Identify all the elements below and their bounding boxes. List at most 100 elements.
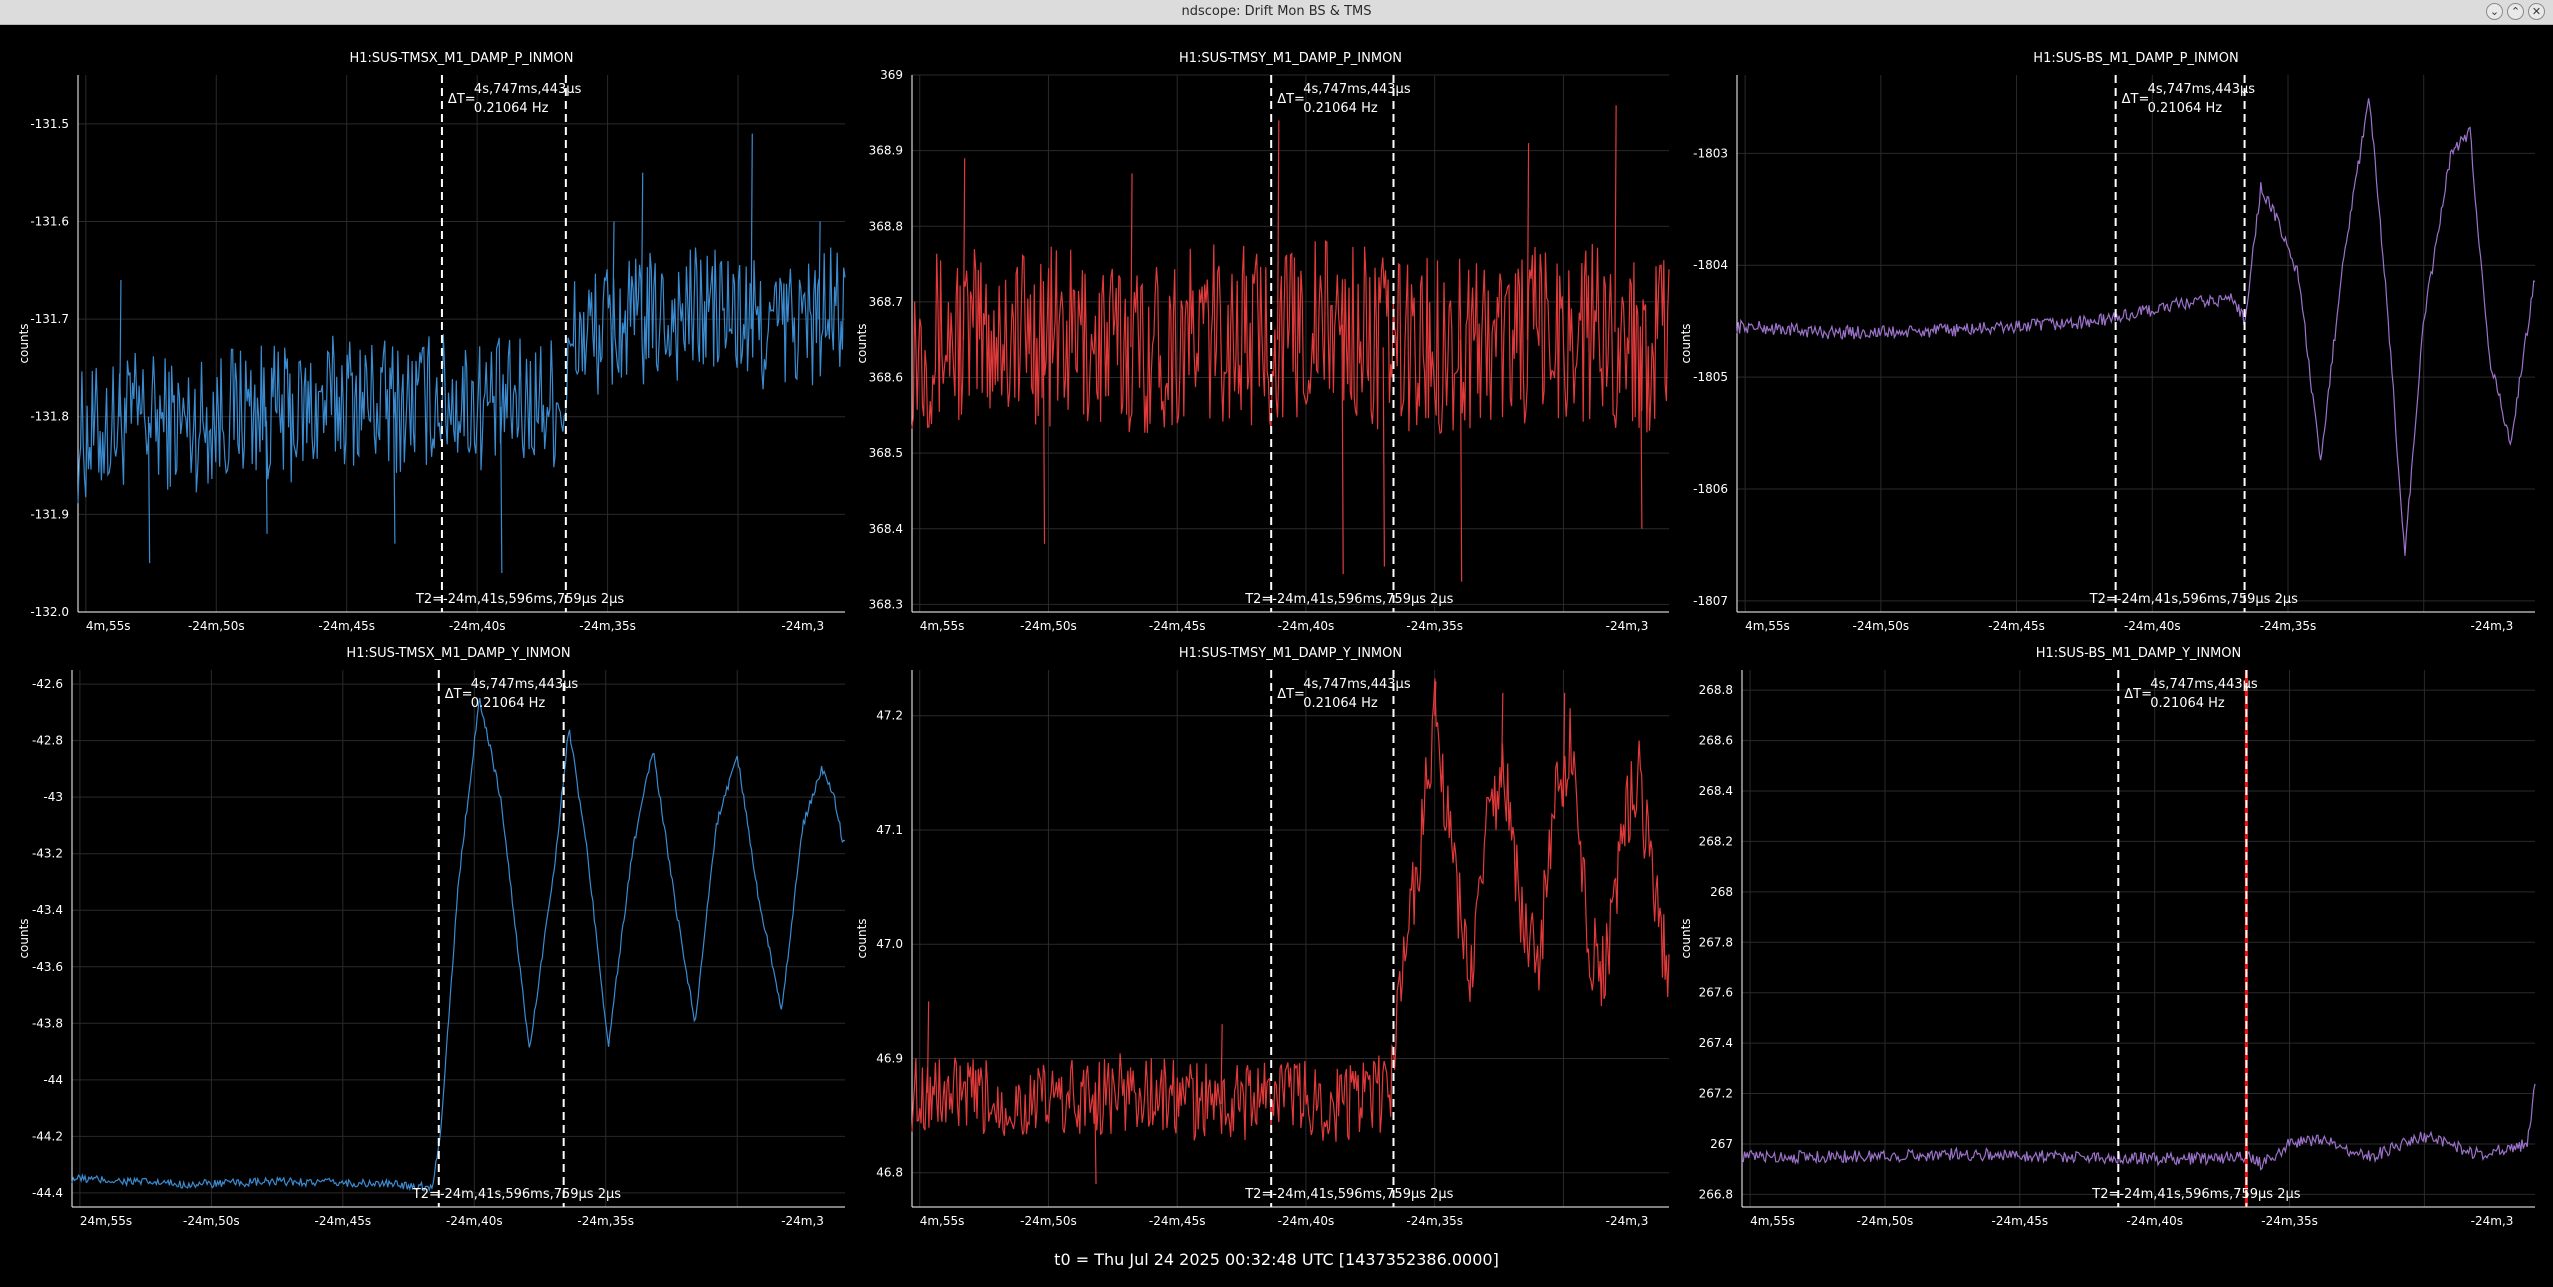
plot-title: H1:SUS-TMSY_M1_DAMP_Y_INMON bbox=[1179, 646, 1402, 661]
x-tick-label: 4m,55s bbox=[920, 619, 965, 633]
delta-t-label: ΔT= bbox=[445, 687, 473, 702]
delta-t-value: 4s,747ms,443µs bbox=[2150, 677, 2258, 692]
y-tick-label: -132.0 bbox=[30, 605, 69, 619]
x-tick-label: -24m,45s bbox=[1149, 1214, 1206, 1228]
x-tick-label: -24m,50s bbox=[1853, 619, 1910, 633]
plot-grid[interactable]: H1:SUS-TMSX_M1_DAMP_P_INMONcounts -132.0 -… bbox=[0, 25, 2553, 1245]
t2-readout: T2=-24m,41s,596ms,759µs 2µs bbox=[2091, 1187, 2300, 1202]
plot-title: H1:SUS-TMSX_M1_DAMP_Y_INMON bbox=[346, 646, 570, 661]
x-tick-label: -24m,35s bbox=[1406, 619, 1463, 633]
x-tick-label: -24m,3 bbox=[781, 1214, 824, 1228]
x-tick-label: -24m,3 bbox=[2471, 1214, 2514, 1228]
window-title: ndscope: Drift Mon BS & TMS bbox=[1181, 4, 1372, 19]
x-tick-label: 4m,55s bbox=[1745, 619, 1790, 633]
y-axis-label: counts bbox=[855, 323, 869, 363]
close-button[interactable]: ✕ bbox=[2528, 3, 2545, 20]
series-spike bbox=[147, 416, 151, 564]
plot-title: H1:SUS-TMSY_M1_DAMP_P_INMON bbox=[1179, 51, 1402, 66]
y-tick-label: 368.8 bbox=[869, 219, 903, 233]
t2-readout: T2=-24m,41s,596ms,759µs 2µs bbox=[412, 1187, 621, 1202]
delta-t-label: ΔT= bbox=[1277, 92, 1305, 107]
y-tick-label: 368.7 bbox=[869, 295, 903, 309]
y-axis-label: counts bbox=[1679, 918, 1693, 958]
y-axis-label: counts bbox=[1679, 323, 1693, 363]
y-tick-label: 369 bbox=[880, 68, 903, 82]
x-tick-label: 4m,55s bbox=[1750, 1214, 1795, 1228]
t2-readout: T2=-24m,41s,596ms,759µs 2µs bbox=[1244, 592, 1453, 607]
frequency-value: 0.21064 Hz bbox=[1303, 696, 1378, 711]
x-tick-label: -24m,45s bbox=[1988, 619, 2045, 633]
x-tick-label: -24m,35s bbox=[2261, 1214, 2318, 1228]
y-axis-label: counts bbox=[17, 918, 31, 958]
y-tick-label: 368.3 bbox=[869, 597, 903, 611]
delta-t-label: ΔT= bbox=[2122, 92, 2150, 107]
delta-t-value: 4s,747ms,443µs bbox=[474, 82, 582, 97]
y-tick-label: -44.4 bbox=[32, 1186, 63, 1200]
y-tick-label: 267.2 bbox=[1699, 1087, 1733, 1101]
frequency-value: 0.21064 Hz bbox=[1303, 101, 1378, 116]
y-tick-label: 46.9 bbox=[876, 1051, 903, 1065]
y-tick-label: -43 bbox=[43, 790, 63, 804]
plot-panel[interactable]: H1:SUS-TMSX_M1_DAMP_Y_INMONcounts -44.4 -4… bbox=[17, 646, 846, 1228]
t2-readout: T2=-24m,41s,596ms,759µs 2µs bbox=[1244, 1187, 1453, 1202]
x-tick-label: -24m,50s bbox=[1857, 1214, 1914, 1228]
y-tick-label: -1807 bbox=[1693, 594, 1728, 608]
y-tick-label: 268.8 bbox=[1699, 683, 1733, 697]
series-spike bbox=[1220, 1024, 1223, 1105]
series-line bbox=[911, 239, 1670, 435]
x-tick-label: -24m,40s bbox=[2124, 619, 2181, 633]
y-tick-label: 268.6 bbox=[1699, 734, 1733, 748]
x-tick-label: 4m,55s bbox=[86, 619, 131, 633]
y-tick-label: -131.5 bbox=[30, 117, 69, 131]
y-tick-label: -1805 bbox=[1693, 370, 1728, 384]
y-tick-label: -43.6 bbox=[32, 960, 63, 974]
plot-panel[interactable]: H1:SUS-TMSX_M1_DAMP_P_INMONcounts -132.0 -… bbox=[17, 51, 846, 633]
series-line bbox=[1741, 1083, 2536, 1171]
window-titlebar: ndscope: Drift Mon BS & TMS ⌄ ⌃ ✕ bbox=[0, 0, 2553, 25]
y-tick-label: -44 bbox=[43, 1073, 63, 1087]
t2-readout: T2=-24m,41s,596ms,759µs 2µs bbox=[2089, 592, 2298, 607]
x-tick-label: -24m,3 bbox=[781, 619, 824, 633]
x-tick-label: -24m,3 bbox=[2471, 619, 2514, 633]
series-spike bbox=[962, 158, 966, 340]
y-tick-label: 267.4 bbox=[1699, 1036, 1733, 1050]
plot-panel[interactable]: H1:SUS-BS_M1_DAMP_P_INMONcounts -1807 -180… bbox=[1679, 51, 2536, 633]
y-axis-label: counts bbox=[17, 323, 31, 363]
y-tick-label: 267 bbox=[1710, 1137, 1733, 1151]
x-tick-label: -24m,50s bbox=[1020, 619, 1077, 633]
x-tick-label: -24m,3 bbox=[1606, 619, 1649, 633]
plot-panel[interactable]: H1:SUS-BS_M1_DAMP_Y_INMONcounts 266.8 267 2… bbox=[1679, 646, 2536, 1228]
series-spike bbox=[1130, 173, 1133, 348]
y-tick-label: -43.2 bbox=[32, 847, 63, 861]
y-tick-label: 47.1 bbox=[876, 823, 903, 837]
x-tick-label: -24m,50s bbox=[1020, 1214, 1077, 1228]
y-tick-label: -1804 bbox=[1693, 258, 1728, 272]
frequency-value: 0.21064 Hz bbox=[471, 696, 546, 711]
series-spike bbox=[1382, 347, 1385, 567]
x-tick-label: -24m,35s bbox=[579, 619, 636, 633]
x-tick-label: 4m,55s bbox=[920, 1214, 965, 1228]
y-tick-label: 267.8 bbox=[1699, 935, 1733, 949]
minimize-button[interactable]: ⌄ bbox=[2486, 3, 2503, 20]
plot-panel[interactable]: H1:SUS-TMSY_M1_DAMP_P_INMONcounts 368.3 36… bbox=[855, 51, 1670, 633]
y-tick-label: -44.2 bbox=[32, 1129, 63, 1143]
x-tick-label: -24m,45s bbox=[318, 619, 375, 633]
y-tick-label: -131.9 bbox=[30, 507, 69, 521]
y-tick-label: -1806 bbox=[1693, 482, 1728, 496]
y-tick-label: 267.6 bbox=[1699, 986, 1733, 1000]
delta-t-value: 4s,747ms,443µs bbox=[1303, 82, 1411, 97]
y-tick-label: -43.4 bbox=[32, 903, 63, 917]
maximize-button[interactable]: ⌃ bbox=[2507, 3, 2524, 20]
series-line bbox=[77, 247, 846, 504]
y-tick-label: -131.6 bbox=[30, 214, 69, 228]
delta-t-label: ΔT= bbox=[2124, 687, 2152, 702]
y-tick-label: -42.8 bbox=[32, 734, 63, 748]
delta-t-value: 4s,747ms,443µs bbox=[2148, 82, 2256, 97]
y-tick-label: -1803 bbox=[1693, 146, 1728, 160]
y-tick-label: 368.5 bbox=[869, 446, 903, 460]
y-tick-label: -42.6 bbox=[32, 677, 63, 691]
plot-panel[interactable]: H1:SUS-TMSY_M1_DAMP_Y_INMONcounts 46.8 46.… bbox=[855, 646, 1670, 1228]
plot-title: H1:SUS-TMSX_M1_DAMP_P_INMON bbox=[349, 51, 573, 66]
series-spike bbox=[1277, 120, 1280, 340]
y-tick-label: 46.8 bbox=[876, 1166, 903, 1180]
